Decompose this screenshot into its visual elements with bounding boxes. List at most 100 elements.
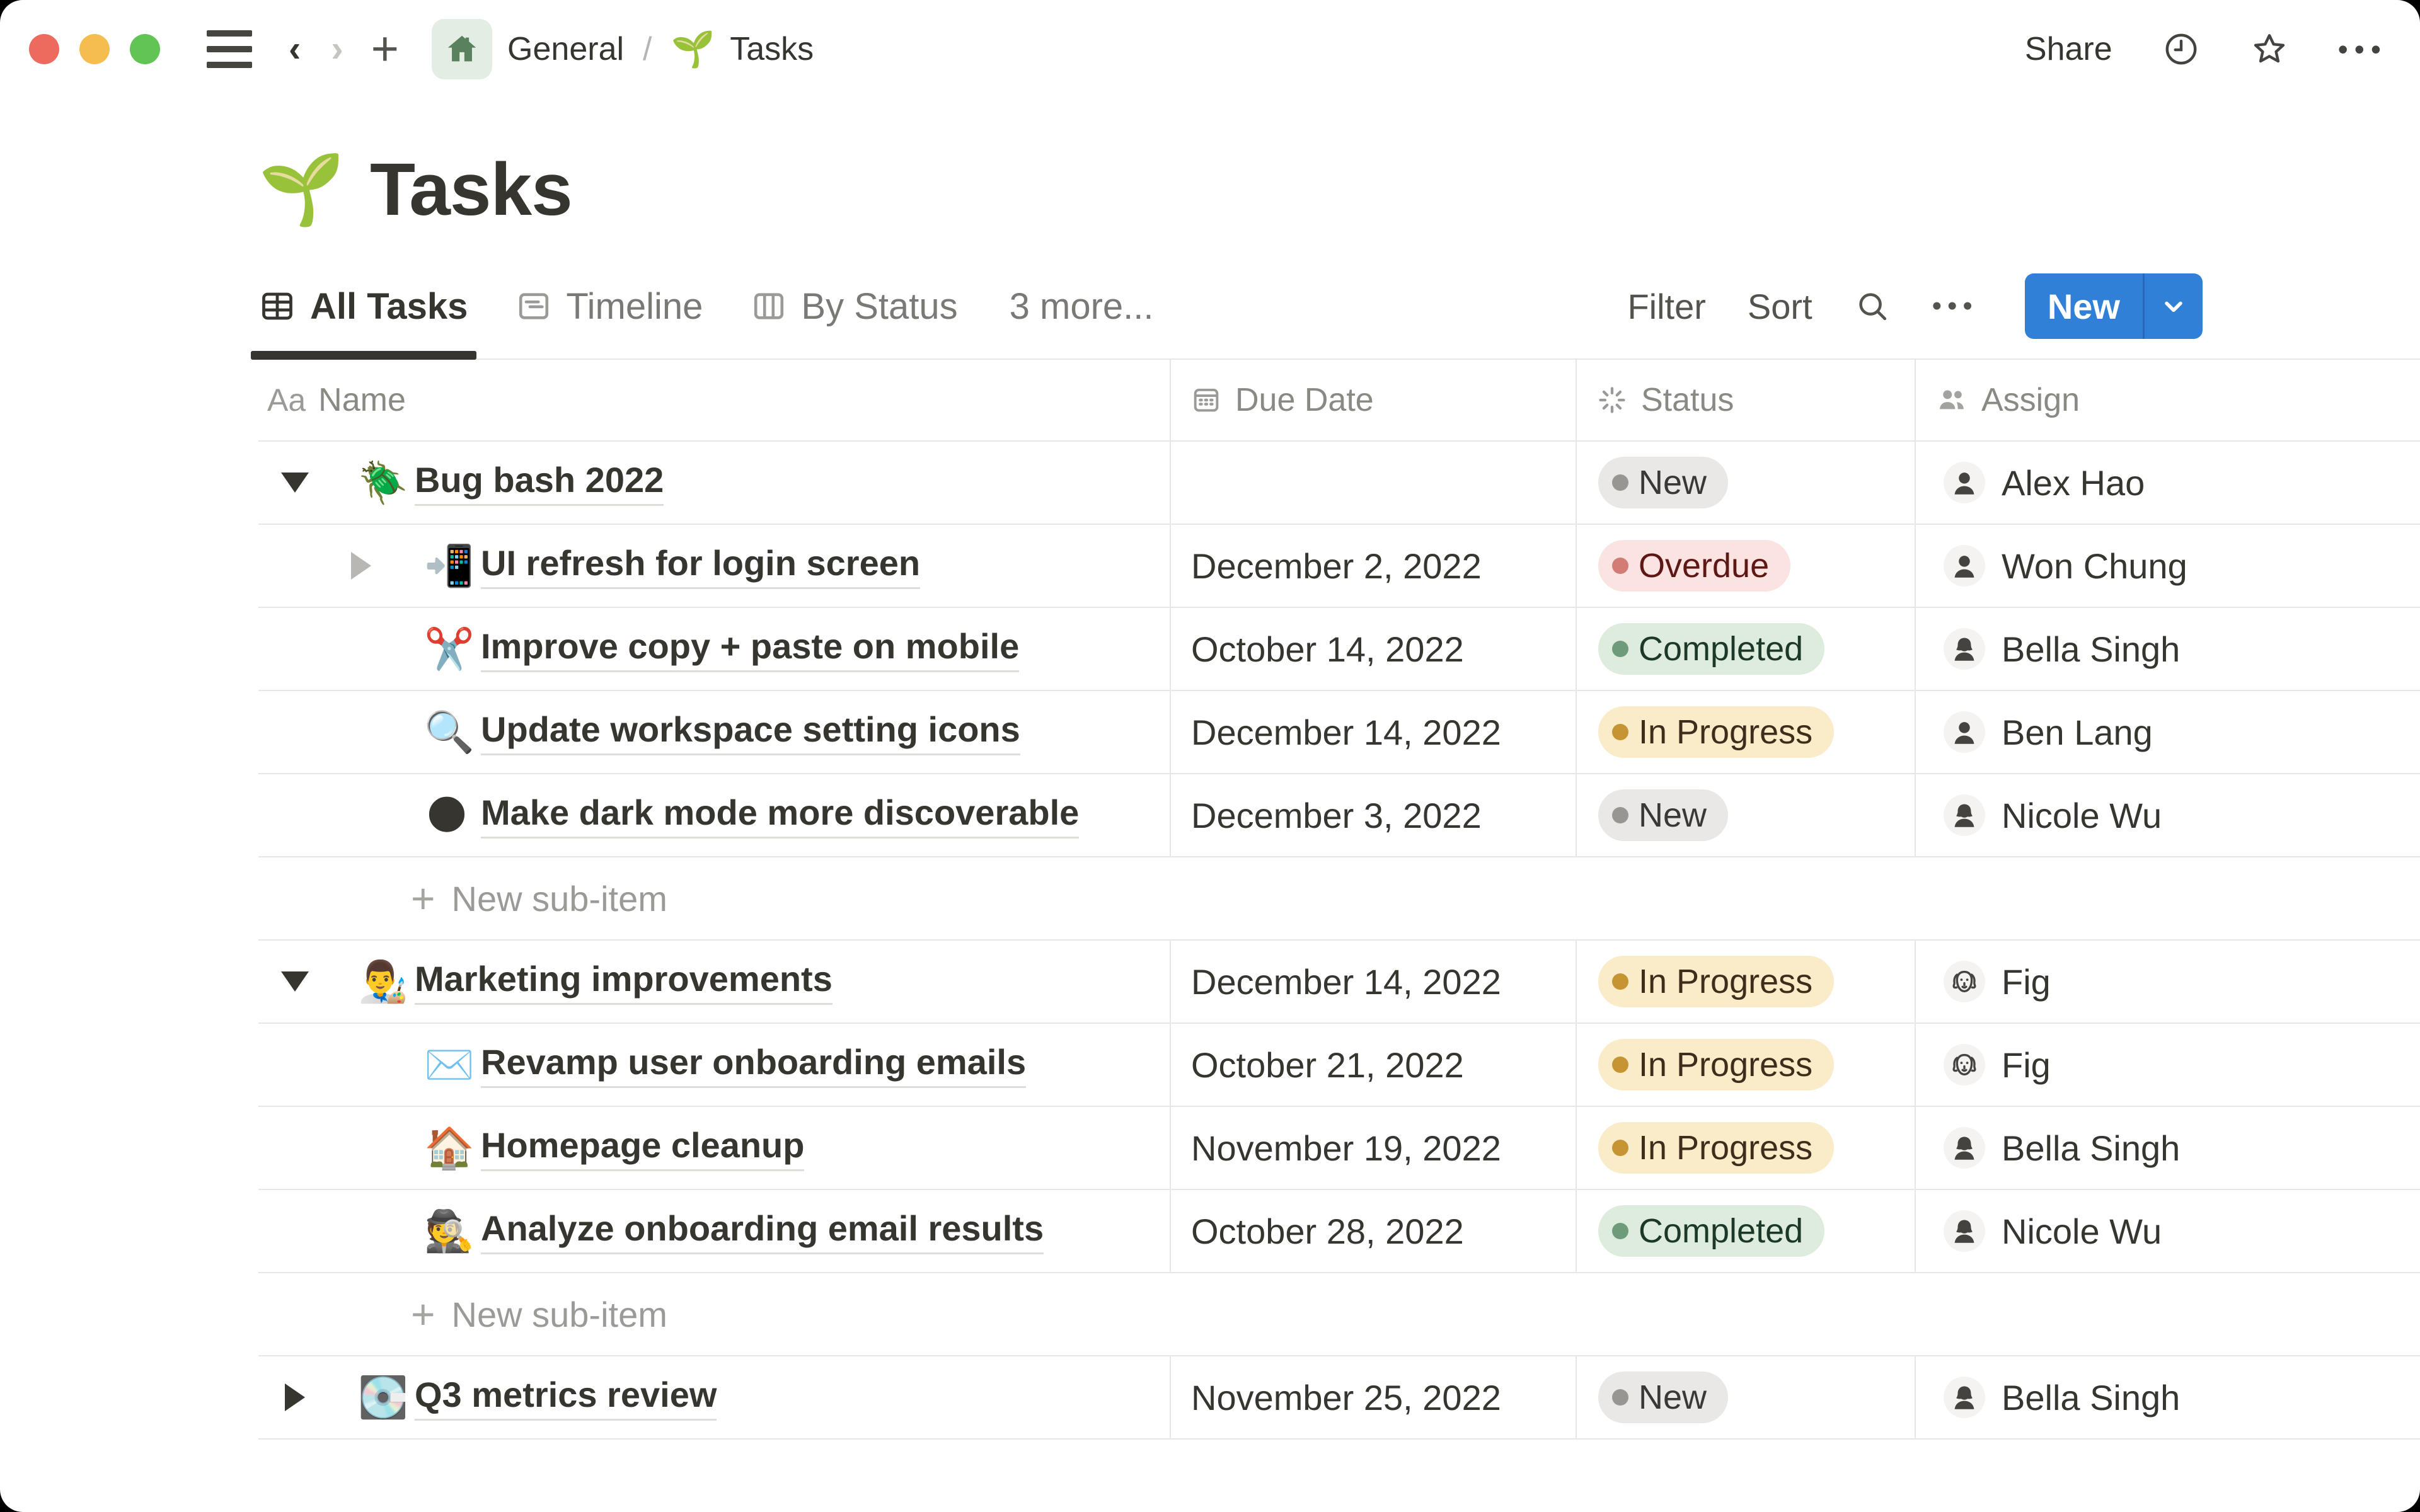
- text-icon: Aa: [267, 382, 306, 418]
- plus-icon: +: [411, 1291, 435, 1337]
- favorite-star-icon[interactable]: [2250, 30, 2289, 69]
- minimize-button[interactable]: [79, 33, 110, 64]
- tab-more-views[interactable]: 3 more...: [1010, 253, 1154, 360]
- task-name-link[interactable]: Analyze onboarding email results: [481, 1208, 1044, 1254]
- zoom-button[interactable]: [130, 33, 160, 64]
- due-date-cell[interactable]: October 21, 2022: [1171, 1024, 1577, 1106]
- status-cell[interactable]: In Progress: [1577, 1024, 1916, 1106]
- due-date-cell[interactable]: December 3, 2022: [1171, 774, 1577, 856]
- new-sub-item-button[interactable]: + New sub-item: [258, 857, 2420, 939]
- due-date-cell[interactable]: December 2, 2022: [1171, 525, 1577, 607]
- task-name-link[interactable]: Marketing improvements: [415, 958, 833, 1005]
- assignee-name: Nicole Wu: [2002, 1211, 2162, 1251]
- status-cell[interactable]: New: [1577, 1356, 1916, 1438]
- updates-clock-icon[interactable]: [2162, 30, 2201, 69]
- task-name-link[interactable]: UI refresh for login screen: [481, 542, 921, 589]
- assignee-name: Fig: [2002, 961, 2051, 1002]
- sidebar-menu-icon[interactable]: [207, 30, 252, 68]
- column-header-due-date[interactable]: Due Date: [1171, 360, 1577, 440]
- sort-button[interactable]: Sort: [1748, 286, 1812, 327]
- status-dot: [1612, 1223, 1628, 1239]
- task-name-link[interactable]: Improve copy + paste on mobile: [481, 626, 1020, 672]
- column-header-name[interactable]: Aa Name: [258, 360, 1171, 440]
- task-name-link[interactable]: Homepage cleanup: [481, 1125, 805, 1171]
- expand-toggle-icon[interactable]: [343, 552, 379, 580]
- assign-cell[interactable]: Alex Hao: [1916, 442, 2420, 524]
- filter-button[interactable]: Filter: [1627, 286, 1705, 327]
- new-button-label[interactable]: New: [2025, 273, 2143, 339]
- due-date-cell[interactable]: December 14, 2022: [1171, 691, 1577, 773]
- assign-cell[interactable]: Bella Singh: [1916, 1356, 2420, 1438]
- status-cell[interactable]: Completed: [1577, 608, 1916, 690]
- view-tabs-bar: All Tasks Timeline By Status 3 more... F…: [250, 253, 2420, 360]
- timeline-icon: [519, 293, 549, 319]
- collapse-toggle-icon[interactable]: [277, 472, 313, 493]
- due-date-cell[interactable]: November 19, 2022: [1171, 1107, 1577, 1189]
- task-name-link[interactable]: Q3 metrics review: [415, 1374, 717, 1421]
- table-row: 🌑 Make dark mode more discoverable Decem…: [258, 774, 2420, 857]
- page-title[interactable]: Tasks: [370, 147, 573, 232]
- due-date-cell[interactable]: November 25, 2022: [1171, 1356, 1577, 1438]
- assign-cell[interactable]: Ben Lang: [1916, 691, 2420, 773]
- tab-timeline[interactable]: Timeline: [516, 253, 703, 360]
- tab-label: Timeline: [566, 285, 703, 327]
- page-emoji-icon[interactable]: 🌱: [258, 155, 345, 224]
- status-badge: In Progress: [1598, 1039, 1835, 1091]
- status-cell[interactable]: Completed: [1577, 1190, 1916, 1272]
- due-date-cell[interactable]: October 14, 2022: [1171, 608, 1577, 690]
- status-cell[interactable]: New: [1577, 774, 1916, 856]
- avatar: [1944, 628, 1985, 670]
- task-name-link[interactable]: Update workspace setting icons: [481, 709, 1020, 755]
- view-more-icon[interactable]: •••: [1932, 290, 1978, 322]
- assign-cell[interactable]: Won Chung: [1916, 525, 2420, 607]
- new-button[interactable]: New: [2024, 273, 2203, 339]
- status-dot: [1612, 1140, 1628, 1156]
- status-badge: Completed: [1598, 623, 1825, 675]
- task-emoji-icon: ✂️: [424, 626, 475, 672]
- task-name-link[interactable]: Revamp user onboarding emails: [481, 1041, 1027, 1088]
- breadcrumb-workspace[interactable]: General: [507, 30, 624, 68]
- assign-cell[interactable]: Nicole Wu: [1916, 774, 2420, 856]
- task-name-link[interactable]: Bug bash 2022: [415, 459, 664, 506]
- assignee-name: Ben Lang: [2002, 712, 2153, 752]
- new-sub-item-button[interactable]: + New sub-item: [258, 1273, 2420, 1355]
- collapse-toggle-icon[interactable]: [277, 971, 313, 992]
- status-cell[interactable]: Overdue: [1577, 525, 1916, 607]
- assign-cell[interactable]: Fig: [1916, 941, 2420, 1022]
- table-row: 👨‍🎨 Marketing improvements December 14, …: [258, 941, 2420, 1024]
- assign-cell[interactable]: Nicole Wu: [1916, 1190, 2420, 1272]
- back-icon[interactable]: ‹: [289, 30, 301, 67]
- column-header-status[interactable]: Status: [1577, 360, 1916, 440]
- due-date-cell[interactable]: October 28, 2022: [1171, 1190, 1577, 1272]
- new-sub-item-row: + New sub-item: [258, 1273, 2420, 1356]
- breadcrumb-page[interactable]: Tasks: [730, 30, 814, 68]
- tab-all-tasks[interactable]: All Tasks: [250, 253, 477, 360]
- plus-icon: +: [411, 875, 435, 922]
- share-button[interactable]: Share: [2025, 30, 2112, 68]
- task-name-link[interactable]: Make dark mode more discoverable: [481, 792, 1080, 839]
- new-page-icon[interactable]: +: [371, 25, 399, 73]
- assign-cell[interactable]: Fig: [1916, 1024, 2420, 1106]
- search-icon[interactable]: [1854, 288, 1891, 324]
- more-options-icon[interactable]: •••: [2338, 32, 2387, 66]
- avatar: [1944, 711, 1985, 753]
- chevron-down-icon[interactable]: [2145, 273, 2203, 339]
- column-header-assign[interactable]: Assign: [1916, 360, 2420, 440]
- new-sub-item-row: + New sub-item: [258, 857, 2420, 941]
- status-cell[interactable]: New: [1577, 442, 1916, 524]
- task-emoji-icon: 📲: [424, 543, 475, 588]
- status-cell[interactable]: In Progress: [1577, 691, 1916, 773]
- due-date-cell[interactable]: December 14, 2022: [1171, 941, 1577, 1022]
- avatar: [1944, 1210, 1985, 1252]
- table-row: 🪲 Bug bash 2022 New Alex Hao: [258, 442, 2420, 525]
- home-icon[interactable]: [432, 18, 493, 79]
- assign-cell[interactable]: Bella Singh: [1916, 1107, 2420, 1189]
- expand-toggle-icon[interactable]: [277, 1383, 313, 1411]
- due-date-cell[interactable]: [1171, 442, 1577, 524]
- status-cell[interactable]: In Progress: [1577, 941, 1916, 1022]
- assign-cell[interactable]: Bella Singh: [1916, 608, 2420, 690]
- status-cell[interactable]: In Progress: [1577, 1107, 1916, 1189]
- forward-icon[interactable]: ›: [331, 30, 343, 67]
- close-button[interactable]: [29, 33, 59, 64]
- tab-by-status[interactable]: By Status: [751, 253, 958, 360]
